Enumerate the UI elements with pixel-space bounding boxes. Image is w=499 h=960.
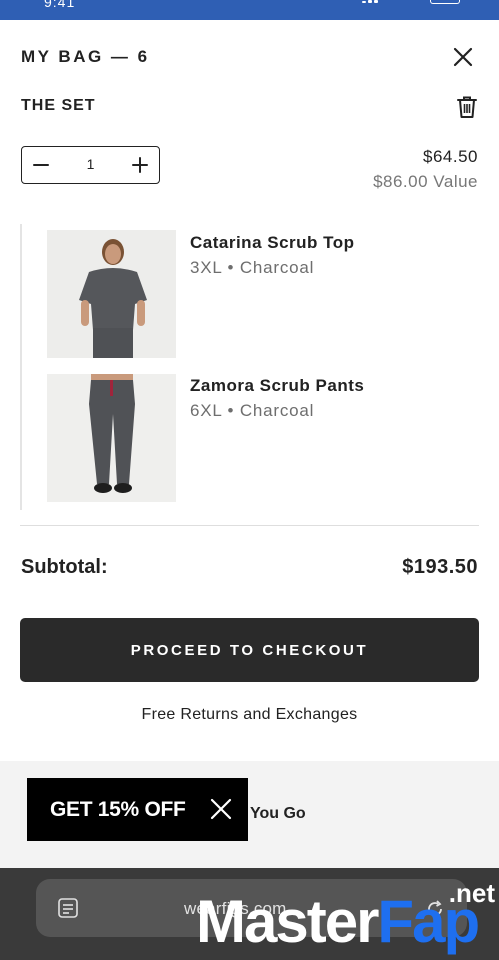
promo-strip-text: You Go [250,805,306,822]
product-image-scrub-pants[interactable] [47,374,176,502]
divider [20,525,479,526]
item-name[interactable]: Zamora Scrub Pants [190,376,364,396]
items-group-rule [20,224,22,510]
item-meta: 3XL • Charcoal [190,258,315,277]
close-icon [453,47,473,67]
watermark-text: MasterFap [196,892,480,952]
item-meta: 6XL • Charcoal [190,401,315,420]
watermark-main: Master [196,888,379,955]
bag-title: MY BAG — 6 [21,47,150,66]
product-image-scrub-top[interactable] [47,230,176,358]
discount-banner[interactable]: GET 15% OFF [27,778,248,841]
battery-icon [430,0,460,4]
item-name[interactable]: Catarina Scrub Top [190,233,355,253]
status-time: 9:41 [44,0,76,10]
checkout-button[interactable]: PROCEED TO CHECKOUT [20,618,479,682]
close-icon [210,798,232,820]
tabs-icon[interactable] [56,896,80,920]
set-price: $64.50 [423,147,478,166]
status-bar: 9:41 [0,0,499,20]
quantity-input[interactable] [60,147,121,182]
subtotal-label: Subtotal: [21,556,108,578]
decrease-quantity-button[interactable] [22,147,60,182]
increase-quantity-button[interactable] [121,147,159,182]
trash-icon [457,96,477,118]
discount-banner-label: GET 15% OFF [50,798,186,821]
remove-set-button[interactable] [454,94,480,120]
close-bag-button[interactable] [449,43,477,71]
signal-icon [362,0,384,6]
quantity-stepper [21,146,160,184]
dismiss-discount-button[interactable] [209,797,233,821]
plus-icon [132,156,148,173]
watermark: MasterFap .net [196,872,499,960]
free-returns-text: Free Returns and Exchanges [141,706,358,723]
set-value: $86.00 Value [373,172,478,191]
set-title: THE SET [21,97,96,114]
minus-icon [33,163,49,166]
subtotal-value: $193.50 [402,556,478,578]
watermark-suffix: .net [448,878,495,908]
